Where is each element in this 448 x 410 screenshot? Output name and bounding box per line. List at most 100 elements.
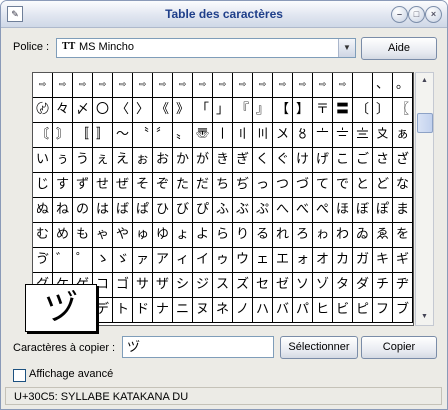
- maximize-button[interactable]: □: [408, 6, 425, 23]
- character-cell[interactable]: こ: [333, 148, 353, 172]
- character-cell[interactable]: か: [173, 148, 193, 172]
- character-cell[interactable]: ギ: [393, 248, 413, 272]
- character-cell[interactable]: づ: [293, 173, 313, 197]
- character-cell[interactable]: は: [93, 198, 113, 222]
- character-cell[interactable]: ト: [113, 298, 133, 322]
- character-cell[interactable]: ⇨: [313, 73, 333, 97]
- character-cell[interactable]: び: [173, 198, 193, 222]
- character-cell[interactable]: ぁ: [393, 123, 413, 147]
- character-cell[interactable]: 〇: [93, 98, 113, 122]
- character-cell[interactable]: ぐ: [273, 148, 293, 172]
- character-cell[interactable]: 〨: [353, 123, 373, 147]
- character-cell[interactable]: ゾ: [313, 273, 333, 297]
- scroll-up-icon[interactable]: ▲: [416, 73, 433, 89]
- character-cell[interactable]: ォ: [293, 248, 313, 272]
- character-cell[interactable]: ぎ: [233, 148, 253, 172]
- help-button[interactable]: Aide: [361, 37, 437, 60]
- character-cell[interactable]: ピ: [353, 298, 373, 322]
- character-cell[interactable]: ⇨: [273, 73, 293, 97]
- character-cell[interactable]: 』: [253, 98, 273, 122]
- character-cell[interactable]: 『: [233, 98, 253, 122]
- character-cell[interactable]: 〤: [273, 123, 293, 147]
- character-cell[interactable]: ざ: [393, 148, 413, 172]
- character-cell[interactable]: イ: [193, 248, 213, 272]
- character-cell[interactable]: ィ: [173, 248, 193, 272]
- character-cell[interactable]: の: [73, 198, 93, 222]
- character-cell[interactable]: ェ: [253, 248, 273, 272]
- character-cell[interactable]: ソ: [293, 273, 313, 297]
- character-cell[interactable]: ぴ: [193, 198, 213, 222]
- character-cell[interactable]: バ: [273, 298, 293, 322]
- character-cell[interactable]: 々: [53, 98, 73, 122]
- character-cell[interactable]: ⇨: [193, 73, 213, 97]
- character-cell[interactable]: じ: [33, 173, 53, 197]
- character-cell[interactable]: ゛: [53, 248, 73, 272]
- character-cell[interactable]: ⇨: [173, 73, 193, 97]
- character-cell[interactable]: ヒ: [313, 298, 333, 322]
- character-cell[interactable]: ど: [373, 173, 393, 197]
- character-cell[interactable]: 〧: [333, 123, 353, 147]
- character-cell[interactable]: 〗: [413, 98, 414, 122]
- character-cell[interactable]: よ: [193, 223, 213, 247]
- character-cell[interactable]: 〄: [33, 98, 53, 122]
- character-cell[interactable]: ゞ: [113, 248, 133, 272]
- character-cell[interactable]: ゆ: [153, 223, 173, 247]
- character-cell[interactable]: 。: [393, 73, 413, 97]
- character-cell[interactable]: ぅ: [53, 148, 73, 172]
- character-cell[interactable]: 〈: [113, 98, 133, 122]
- character-cell[interactable]: ぜ: [113, 173, 133, 197]
- grid-scrollbar[interactable]: ▲ ▼: [415, 72, 434, 326]
- character-cell[interactable]: ⇨: [153, 73, 173, 97]
- character-cell[interactable]: 〚: [73, 123, 93, 147]
- character-cell[interactable]: べ: [293, 198, 313, 222]
- character-cell[interactable]: や: [113, 223, 133, 247]
- character-cell[interactable]: れ: [273, 223, 293, 247]
- character-cell[interactable]: し: [413, 148, 414, 172]
- character-cell[interactable]: に: [413, 173, 414, 197]
- character-cell[interactable]: 〆: [73, 98, 93, 122]
- character-cell[interactable]: ち: [213, 173, 233, 197]
- character-cell[interactable]: ⇨: [253, 73, 273, 97]
- character-cell[interactable]: ぬ: [33, 198, 53, 222]
- character-cell[interactable]: る: [253, 223, 273, 247]
- character-cell[interactable]: つ: [273, 173, 293, 197]
- character-cell[interactable]: 〡: [213, 123, 233, 147]
- character-cell[interactable]: ウ: [233, 248, 253, 272]
- character-cell[interactable]: ゔ: [33, 248, 53, 272]
- character-cell[interactable]: ァ: [133, 248, 153, 272]
- character-cell[interactable]: 」: [213, 98, 233, 122]
- character-cell[interactable]: 〠: [193, 123, 213, 147]
- character-cell[interactable]: く: [253, 148, 273, 172]
- character-cell[interactable]: ね: [53, 198, 73, 222]
- character-cell[interactable]: ん: [413, 223, 414, 247]
- character-cell[interactable]: ほ: [333, 198, 353, 222]
- character-cell[interactable]: ⇨: [213, 73, 233, 97]
- character-cell[interactable]: ゝ: [93, 248, 113, 272]
- character-cell[interactable]: ヌ: [193, 298, 213, 322]
- character-cell[interactable]: [353, 73, 373, 97]
- character-cell[interactable]: 》: [173, 98, 193, 122]
- character-cell[interactable]: ノ: [233, 298, 253, 322]
- character-cell[interactable]: オ: [313, 248, 333, 272]
- character-cell[interactable]: て: [313, 173, 333, 197]
- character-cell[interactable]: ズ: [233, 273, 253, 297]
- character-cell[interactable]: ぢ: [233, 173, 253, 197]
- character-cell[interactable]: ニ: [173, 298, 193, 322]
- character-cell[interactable]: 〣: [253, 123, 273, 147]
- scroll-down-icon[interactable]: ▼: [416, 309, 433, 325]
- character-cell[interactable]: ぇ: [93, 148, 113, 172]
- character-cell[interactable]: ガ: [353, 248, 373, 272]
- character-cell[interactable]: ず: [73, 173, 93, 197]
- character-cell[interactable]: ぷ: [253, 198, 273, 222]
- character-cell[interactable]: と: [353, 173, 373, 197]
- character-cell[interactable]: む: [33, 223, 53, 247]
- character-cell[interactable]: 「: [193, 98, 213, 122]
- character-cell[interactable]: ザ: [153, 273, 173, 297]
- character-cell[interactable]: ょ: [173, 223, 193, 247]
- character-cell[interactable]: 〓: [333, 98, 353, 122]
- character-cell[interactable]: も: [73, 223, 93, 247]
- character-cell[interactable]: あ: [413, 123, 414, 147]
- character-cell[interactable]: ゃ: [93, 223, 113, 247]
- character-cell[interactable]: け: [293, 148, 313, 172]
- character-cell[interactable]: 〜: [113, 123, 133, 147]
